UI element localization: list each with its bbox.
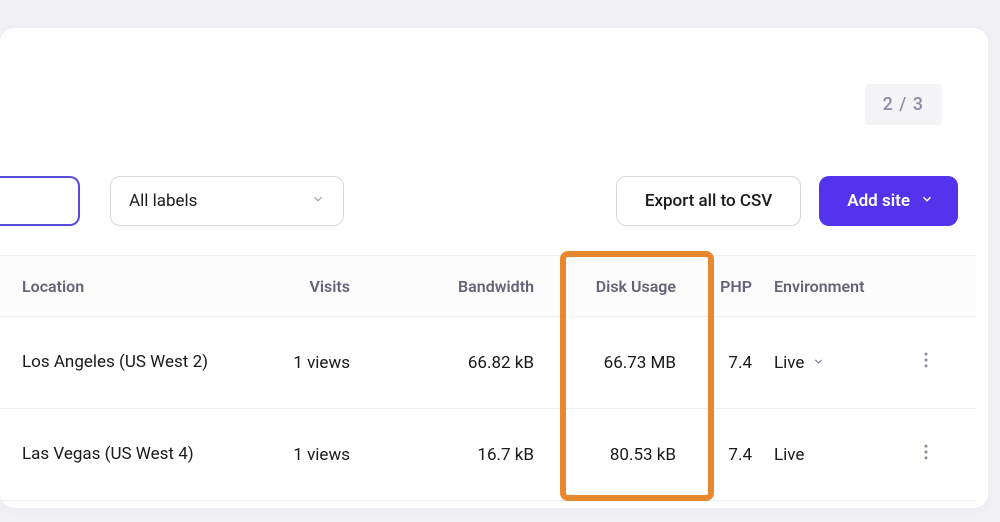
cell-location: Las Vegas (US West 4) — [0, 443, 232, 466]
chevron-down-icon — [812, 353, 825, 373]
row-actions-menu[interactable] — [916, 442, 936, 467]
export-csv-button[interactable]: Export all to CSV — [616, 176, 801, 226]
cell-php: 7.4 — [706, 445, 760, 465]
header-php[interactable]: PHP — [706, 277, 760, 296]
cell-visits: 1 views — [232, 445, 370, 465]
env-label: Live — [774, 445, 804, 465]
toolbar: All labels Export all to CSV Add site — [0, 176, 958, 226]
search-input[interactable] — [0, 176, 80, 226]
labels-dropdown-text: All labels — [129, 191, 197, 211]
header-visits[interactable]: Visits — [232, 277, 370, 296]
cell-disk-usage: 66.73 MB — [554, 353, 706, 373]
header-location[interactable]: Location — [0, 277, 232, 296]
cell-visits: 1 views — [232, 353, 370, 373]
row-actions-menu[interactable] — [916, 350, 936, 375]
cell-environment: Live — [760, 445, 890, 465]
env-label: Live — [774, 353, 804, 373]
cell-location: Los Angeles (US West 2) — [0, 351, 232, 374]
table-header-row: Location Visits Bandwidth Disk Usage PHP… — [0, 255, 976, 317]
header-disk-usage[interactable]: Disk Usage — [554, 277, 706, 296]
header-environment[interactable]: Environment — [760, 277, 890, 296]
content-card: 2 / 3 All labels Export all to CSV Add s… — [0, 28, 988, 508]
cell-bandwidth: 16.7 kB — [370, 445, 554, 465]
add-site-label: Add site — [847, 191, 910, 211]
table-row: Los Angeles (US West 2) 1 views 66.82 kB… — [0, 317, 976, 409]
cell-environment[interactable]: Live — [760, 353, 890, 373]
labels-dropdown[interactable]: All labels — [110, 176, 344, 226]
cell-bandwidth: 66.82 kB — [370, 353, 554, 373]
export-label: Export all to CSV — [645, 191, 772, 211]
cell-disk-usage: 80.53 kB — [554, 445, 706, 465]
table-row: Las Vegas (US West 4) 1 views 16.7 kB 80… — [0, 409, 976, 501]
header-bandwidth[interactable]: Bandwidth — [370, 277, 554, 296]
add-site-button[interactable]: Add site — [819, 176, 958, 226]
cell-php: 7.4 — [706, 353, 760, 373]
sites-table: Location Visits Bandwidth Disk Usage PHP… — [0, 255, 976, 501]
chevron-down-icon — [920, 191, 934, 211]
pagination-indicator: 2 / 3 — [865, 84, 942, 125]
chevron-down-icon — [311, 191, 325, 211]
